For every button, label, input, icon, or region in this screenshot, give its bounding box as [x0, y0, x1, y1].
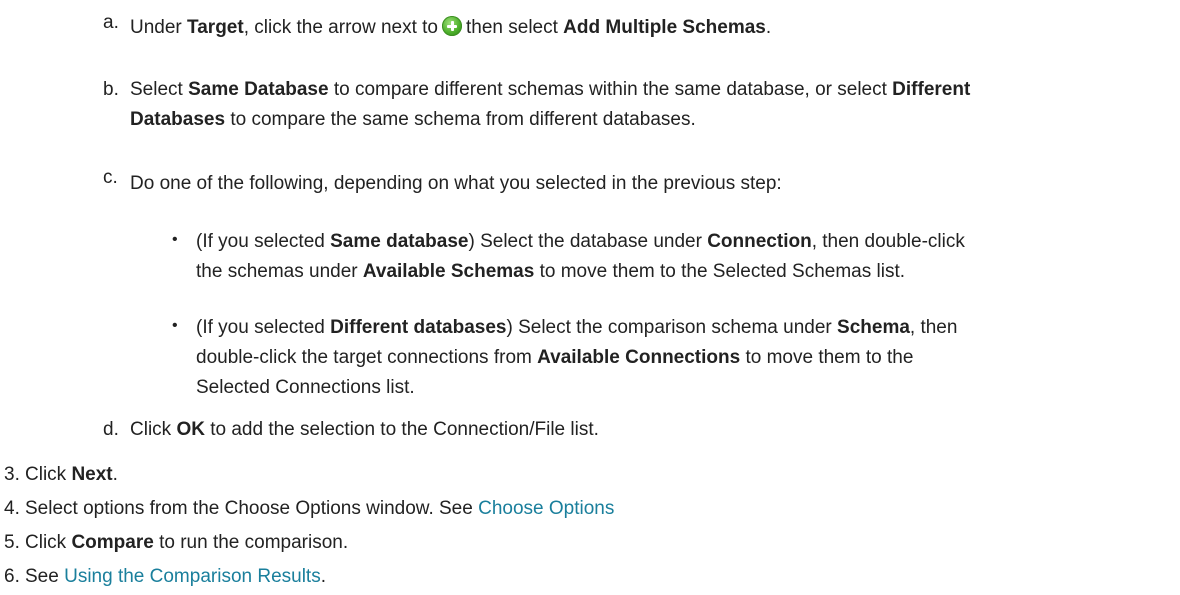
- step-text: Select options from the Choose Options w…: [25, 498, 615, 519]
- ok-label: OK: [176, 419, 205, 440]
- step-number: 6.: [4, 566, 20, 587]
- step-text: Click Next.: [25, 464, 118, 485]
- substep-b-line1: Select Same Database to compare differen…: [130, 79, 971, 100]
- bullet2-line1: (If you selected Different databases) Se…: [196, 317, 958, 338]
- using-comparison-results-link[interactable]: Using the Comparison Results: [64, 566, 321, 587]
- substep-b: b. Select Same Database to compare diffe…: [0, 62, 1180, 132]
- databases-label: Databases: [130, 109, 226, 130]
- step-6: 6. See Using the Comparison Results.: [0, 563, 1180, 595]
- step-3: 3. Click Next.: [0, 461, 1180, 493]
- step-text: See Using the Comparison Results.: [25, 566, 326, 587]
- bullet-marker: •: [172, 317, 178, 334]
- step-number: 5.: [4, 532, 20, 553]
- target-label: Target: [187, 17, 244, 38]
- different-label: Different: [892, 79, 971, 100]
- bullet1-line2: the schemas under Available Schemas to m…: [196, 261, 906, 282]
- substep-a-text: Under Target, click the arrow next to the…: [130, 16, 772, 38]
- substep-b-line2: Databases to compare the same schema fro…: [130, 109, 696, 130]
- step-number: 4.: [4, 498, 20, 519]
- bullet2-line3: Selected Connections list.: [196, 377, 415, 398]
- bullet-item-same-database: • (If you selected Same database) Select…: [0, 220, 1180, 290]
- same-database-label: Same Database: [188, 79, 329, 100]
- substep-a-letter: a.: [103, 12, 119, 33]
- add-multiple-schemas-label: Add Multiple Schemas: [563, 17, 766, 38]
- next-label: Next: [71, 464, 113, 485]
- substep-c-text: Do one of the following, depending on wh…: [130, 173, 782, 194]
- bullet1-line1: (If you selected Same database) Select t…: [196, 231, 965, 252]
- substep-d: d. Click OK to add the selection to the …: [0, 416, 1180, 456]
- compare-label: Compare: [71, 532, 154, 553]
- bullet-marker: •: [172, 231, 178, 248]
- substep-a: a. Under Target, click the arrow next to…: [0, 0, 1180, 40]
- bullet-item-different-databases: • (If you selected Different databases) …: [0, 306, 1180, 406]
- step-number: 3.: [4, 464, 20, 485]
- substep-d-text: Click OK to add the selection to the Con…: [130, 419, 599, 440]
- substep-d-letter: d.: [103, 419, 119, 440]
- substep-c-letter: c.: [103, 167, 118, 188]
- substep-b-letter: b.: [103, 79, 119, 100]
- step-4: 4. Select options from the Choose Option…: [0, 495, 1180, 527]
- substep-c: c. Do one of the following, depending on…: [0, 160, 1180, 200]
- step-text: Click Compare to run the comparison.: [25, 532, 349, 553]
- add-icon: [442, 16, 462, 36]
- bullet2-line2: double-click the target connections from…: [196, 347, 914, 368]
- step-5: 5. Click Compare to run the comparison.: [0, 529, 1180, 561]
- choose-options-link[interactable]: Choose Options: [478, 498, 614, 519]
